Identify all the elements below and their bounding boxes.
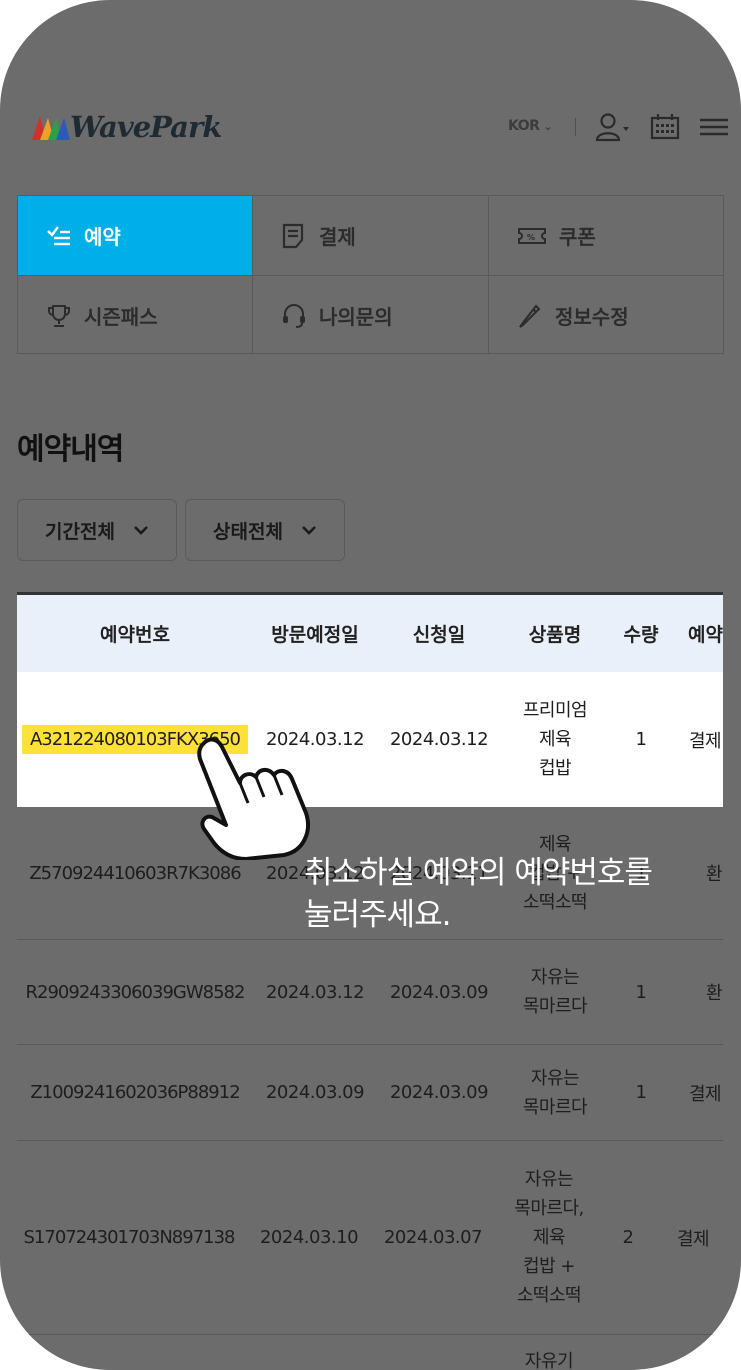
calendar-icon[interactable] xyxy=(648,112,684,142)
menu-item-label: 시즌패스 xyxy=(84,305,158,329)
product-name: 자유는 목마르다, 제육 컵밥 + 소떡소떡 xyxy=(495,1141,603,1334)
product-line: 컵밥 + xyxy=(523,1256,575,1277)
product-line: 제육 xyxy=(532,1227,566,1248)
visit-date: 2024.03.09 xyxy=(265,1082,365,1103)
wavepark-logo[interactable]: WavePark xyxy=(30,108,222,146)
grid-divider xyxy=(18,275,723,276)
status-filter-dropdown[interactable]: 상태전체 xyxy=(185,499,345,561)
quantity: 1 xyxy=(635,1082,647,1103)
product-name: 프리미엄 제육 컵밥 xyxy=(501,672,609,807)
product-name: 자유는 목마르다 xyxy=(501,940,609,1044)
instruction-line: 취소하실 예약의 예약번호를 xyxy=(304,855,653,891)
product-name: 자유기 xyxy=(495,1335,603,1370)
quantity: 2 xyxy=(622,1227,634,1248)
user-icon[interactable] xyxy=(594,112,630,142)
visit-date: 2024.03.10 xyxy=(259,1227,359,1248)
product-line: 자유는 xyxy=(524,1169,574,1190)
logo-flag-icon xyxy=(32,116,70,140)
applied-date: 2024.03.12 xyxy=(389,729,489,750)
menu-item-label: 정보수정 xyxy=(555,305,629,329)
instruction-line: 눌러주세요. xyxy=(304,897,451,933)
screen-frame: WavePark KOR ⌄ 예약 결제 % 쿠폰 시즌패스 나의문의 정보수정… xyxy=(0,0,741,1370)
reservation-code[interactable]: Z1009241602036P88912 xyxy=(17,1045,253,1140)
table-row[interactable]: Z1009241602036P88912 2024.03.09 2024.03.… xyxy=(17,1045,723,1141)
chevron-down-icon xyxy=(134,526,148,535)
product-line: 제육 xyxy=(538,729,572,750)
svg-text:%: % xyxy=(527,233,535,242)
receipt-icon xyxy=(282,223,304,248)
menu-item-label: 나의문의 xyxy=(319,305,393,329)
reservation-code[interactable]: S170724301703N897138 xyxy=(17,1141,247,1334)
menu-item-inquiry[interactable]: 나의문의 xyxy=(253,276,488,355)
header-divider xyxy=(575,118,576,136)
status-filter-label: 상태전체 xyxy=(213,520,283,543)
product-line: 목마르다 xyxy=(522,1096,588,1118)
reservation-status: 결제 xyxy=(689,730,722,752)
reservation-status: 결제 xyxy=(677,1228,710,1250)
reservation-code[interactable]: R2909243306039GW8582 xyxy=(17,940,253,1044)
column-header-product: 상품명 xyxy=(528,624,582,646)
chevron-down-icon xyxy=(302,526,316,535)
product-line: 목마르다, xyxy=(514,1198,584,1219)
headset-icon xyxy=(283,303,305,328)
column-header-qty: 수량 xyxy=(623,624,659,646)
language-label: KOR xyxy=(508,118,540,134)
pointing-hand-icon xyxy=(197,737,310,860)
column-header-visit: 방문예정일 xyxy=(271,624,359,646)
period-filter-label: 기간전체 xyxy=(45,520,115,543)
menu-item-coupon[interactable]: % 쿠폰 xyxy=(489,196,724,275)
page-title: 예약내역 xyxy=(17,432,124,467)
menu-item-label: 결제 xyxy=(319,225,356,249)
product-line: 자유기 xyxy=(524,1351,574,1370)
quantity: 1 xyxy=(635,981,647,1003)
instruction-text: 취소하실 예약의 예약번호를 눌러주세요. xyxy=(304,852,724,936)
table-row[interactable]: S170724301703N897138 2024.03.10 2024.03.… xyxy=(17,1141,717,1335)
menu-item-season-pass[interactable]: 시즌패스 xyxy=(18,276,253,355)
pencil-icon xyxy=(519,303,541,328)
applied-date: 2024.03.09 xyxy=(389,1082,489,1103)
product-line: 목마르다 xyxy=(522,996,588,1017)
product-line: 자유는 xyxy=(530,967,580,988)
product-name: 자유는 목마르다 xyxy=(501,1045,609,1140)
menu-item-label: 예약 xyxy=(84,225,121,249)
column-header-applied: 신청일 xyxy=(412,624,466,646)
product-line: 소떡소떡 xyxy=(516,1285,582,1306)
visit-date: 2024.03.12 xyxy=(265,981,365,1003)
menu-item-label: 쿠폰 xyxy=(559,225,596,249)
menu-item-edit-info[interactable]: 정보수정 xyxy=(489,276,724,355)
coupon-icon: % xyxy=(518,227,546,244)
applied-date: 2024.03.09 xyxy=(389,981,489,1003)
quantity: 1 xyxy=(635,729,647,750)
table-header: 예약번호 방문예정일 신청일 상품명 수량 예약 xyxy=(17,592,723,672)
spotlight-area: 예약번호 방문예정일 신청일 상품명 수량 예약 A321224080103FK… xyxy=(17,592,723,807)
hamburger-menu-icon[interactable] xyxy=(697,112,733,142)
language-selector[interactable]: KOR ⌄ xyxy=(508,118,553,134)
chevron-down-icon: ⌄ xyxy=(543,120,553,133)
checklist-icon xyxy=(47,225,70,245)
column-header-status: 예약 xyxy=(688,624,723,646)
product-line: 프리미엄 xyxy=(522,700,588,721)
table-row[interactable]: R2909243306039GW8582 2024.03.12 2024.03.… xyxy=(17,940,723,1045)
reservation-status: 결제 xyxy=(689,1083,722,1105)
column-header-code: 예약번호 xyxy=(100,624,170,646)
logo-text: WavePark xyxy=(70,110,222,144)
table-row[interactable]: 자유기 xyxy=(17,1335,717,1370)
menu-item-reservation[interactable]: 예약 xyxy=(18,196,253,275)
menu-item-payment[interactable]: 결제 xyxy=(253,196,488,275)
reservation-status: 환 xyxy=(706,983,723,1004)
product-line: 자유는 xyxy=(530,1067,580,1089)
mypage-menu-grid: 예약 결제 % 쿠폰 시즌패스 나의문의 정보수정 xyxy=(17,195,724,354)
trophy-icon xyxy=(48,304,70,327)
page: WavePark KOR ⌄ 예약 결제 % 쿠폰 시즌패스 나의문의 정보수정… xyxy=(0,0,741,1370)
period-filter-dropdown[interactable]: 기간전체 xyxy=(17,499,177,561)
applied-date: 2024.03.07 xyxy=(383,1227,483,1248)
table-row-selected[interactable]: A321224080103FKX3650 2024.03.12 2024.03.… xyxy=(17,672,723,807)
product-line: 컵밥 xyxy=(538,758,572,779)
